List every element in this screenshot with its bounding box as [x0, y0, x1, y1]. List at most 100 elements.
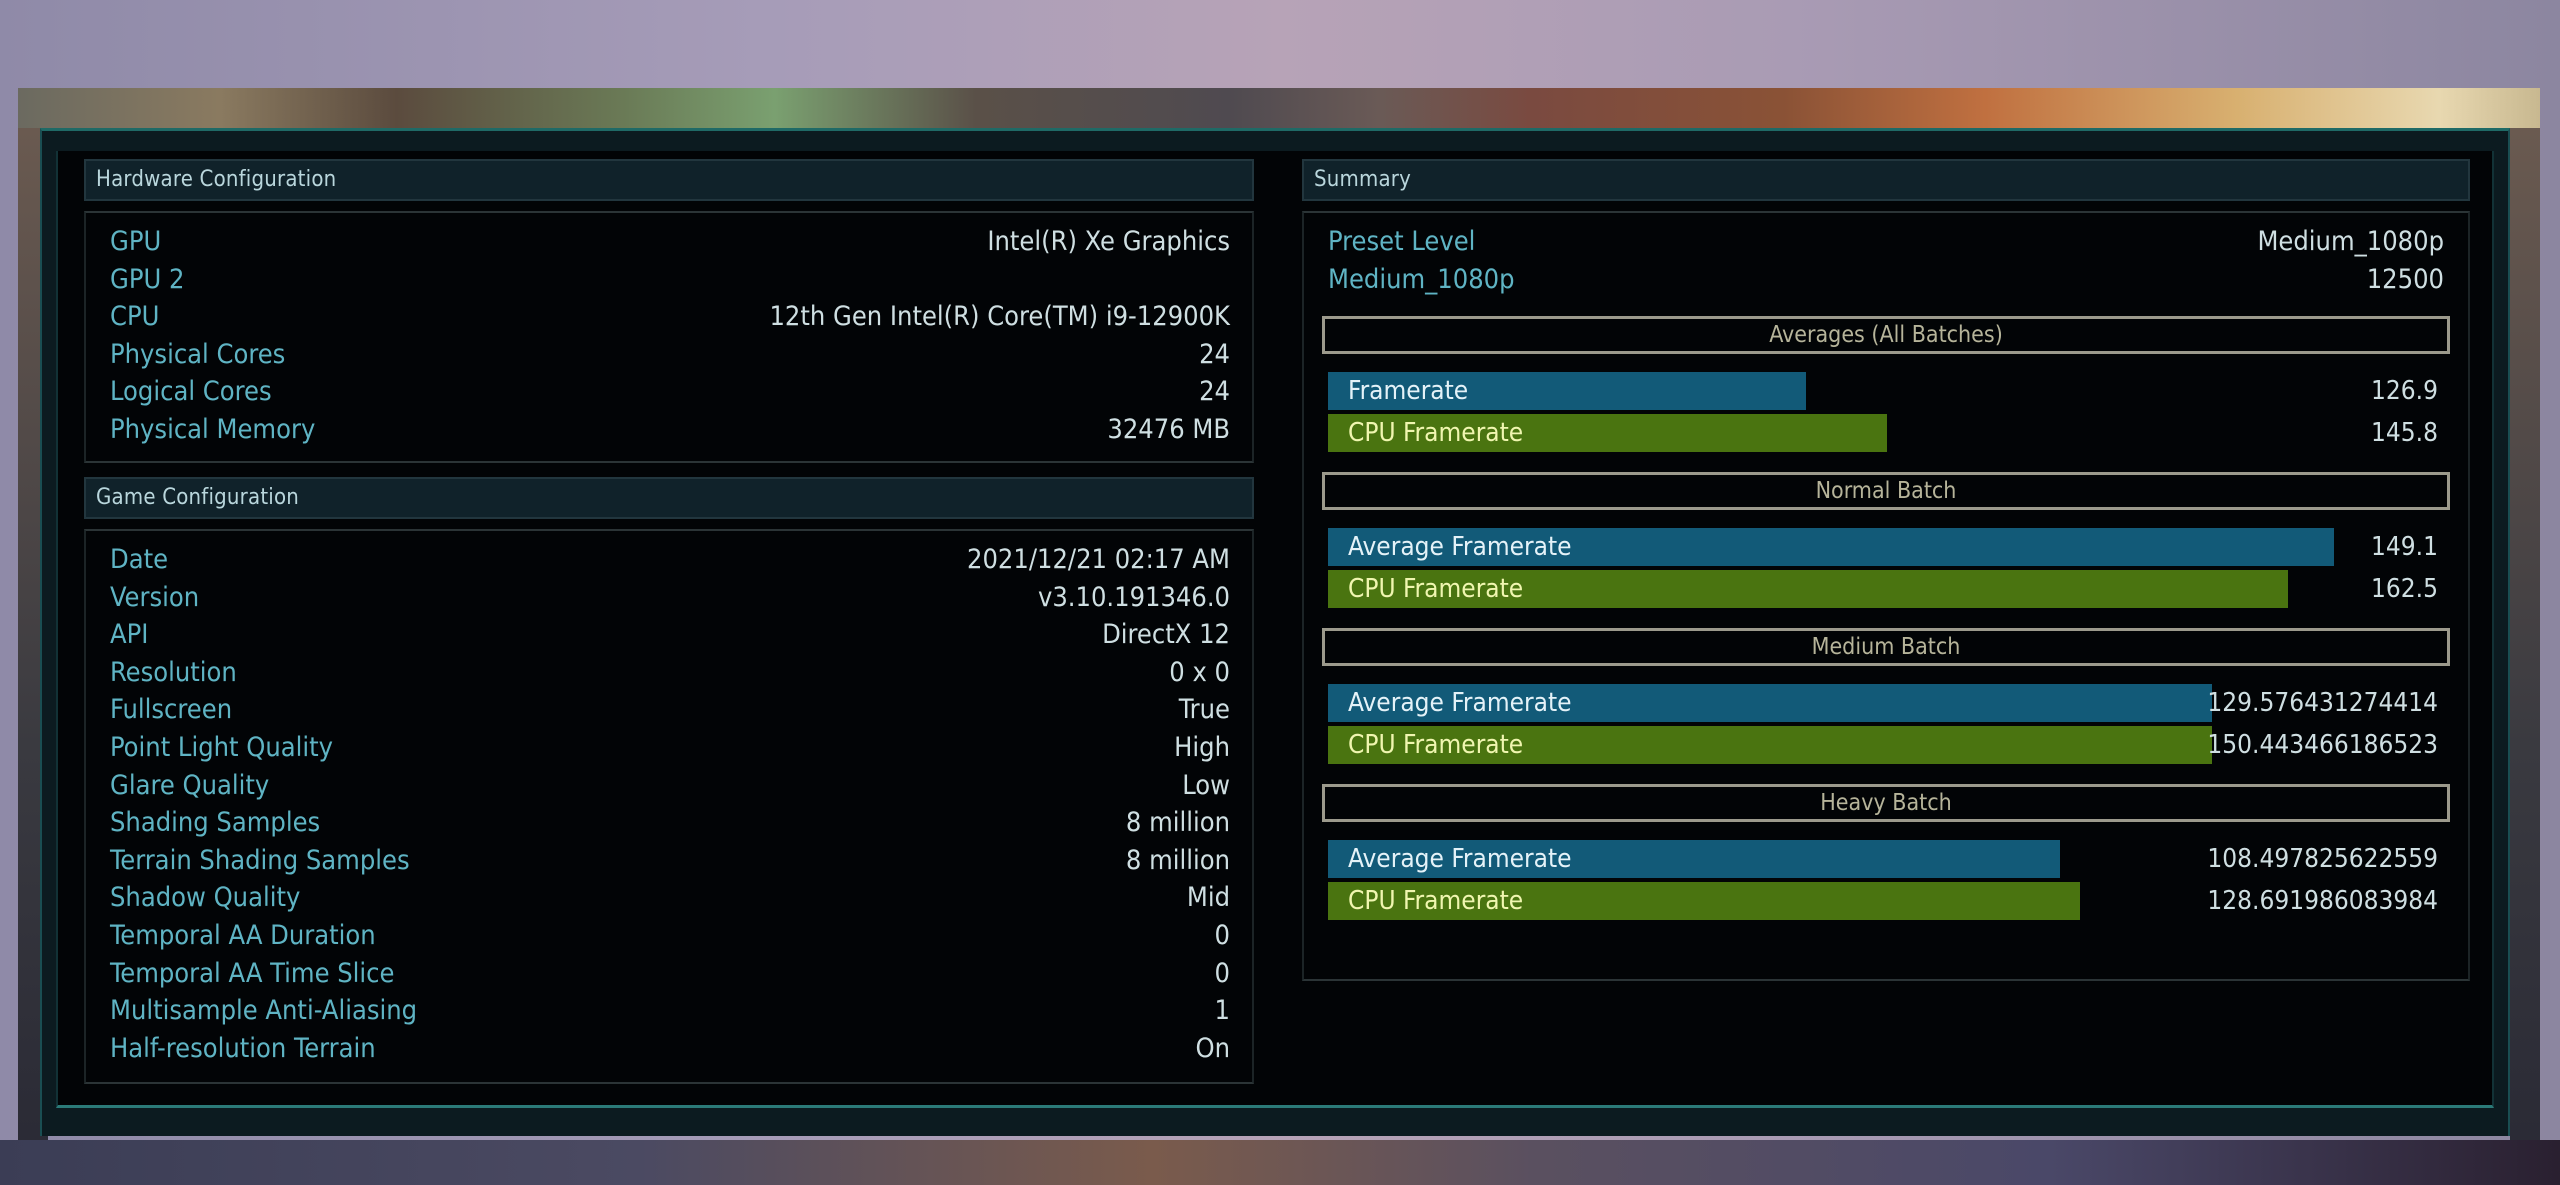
cpu-framerate-bar-row: CPU Framerate 162.5: [1322, 570, 2450, 610]
bar-track: Average Framerate: [1328, 840, 2344, 878]
game-setting-row: Temporal AA Duration 0: [110, 917, 1230, 955]
bar-track: CPU Framerate: [1328, 414, 2344, 452]
setting-label: Terrain Shading Samples: [110, 844, 410, 876]
setting-value: Low: [1182, 769, 1230, 801]
hardware-row: Logical Cores 24: [110, 373, 1230, 411]
bar-value: 145.8: [2371, 418, 2438, 448]
setting-value: 24: [1199, 338, 1230, 370]
summary-row: Medium_1080p 12500: [1328, 261, 2444, 299]
batch-title: Medium Batch: [1322, 628, 2450, 666]
game-setting-row: Point Light Quality High: [110, 729, 1230, 767]
cpu-framerate-bar-row: CPU Framerate 145.8: [1322, 414, 2450, 454]
bar-label: Average Framerate: [1348, 688, 1572, 718]
bar-value: 128.691986083984: [2207, 886, 2438, 916]
game-setting-row: Temporal AA Time Slice 0: [110, 955, 1230, 993]
game-setting-row: Resolution 0 x 0: [110, 654, 1230, 692]
setting-label: CPU: [110, 301, 160, 332]
setting-label: Medium_1080p: [1328, 263, 1515, 295]
setting-value: Mid: [1186, 882, 1230, 914]
setting-label: Version: [110, 581, 200, 613]
setting-label: GPU 2: [110, 263, 185, 295]
bar-value: 126.9: [2371, 376, 2438, 406]
summary-row: Preset Level Medium_1080p: [1328, 223, 2444, 261]
setting-value: 8 million: [1125, 844, 1230, 876]
summary-column: Summary Preset Level Medium_1080p Medium_1…: [1302, 159, 2470, 981]
setting-value: True: [1178, 694, 1230, 726]
setting-value: 12th Gen Intel(R) Core(TM) i9-12900K: [769, 301, 1230, 332]
setting-value: 0: [1214, 919, 1230, 951]
bar-value: 129.576431274414: [2207, 688, 2438, 718]
cpu-framerate-bar-row: CPU Framerate 128.691986083984: [1322, 882, 2450, 922]
setting-value: 24: [1199, 376, 1230, 407]
game-setting-row: Half-resolution Terrain On: [110, 1030, 1230, 1068]
game-artwork-right-edge: [2510, 128, 2540, 1158]
hardware-row: GPU 2: [110, 261, 1230, 299]
cpu-framerate-bar-row: CPU Framerate 150.443466186523: [1322, 726, 2450, 766]
batch-bars: Average Framerate 129.576431274414 CPU Fra…: [1322, 684, 2450, 766]
bar-value: 150.443466186523: [2207, 730, 2438, 760]
bar-label: CPU Framerate: [1348, 418, 1524, 448]
batch-bars: Average Framerate 108.497825622559 CPU Fra…: [1322, 840, 2450, 922]
setting-label: Fullscreen: [110, 694, 233, 726]
setting-label: Resolution: [110, 656, 237, 688]
setting-value: On: [1195, 1032, 1230, 1064]
setting-label: Temporal AA Duration: [110, 919, 376, 951]
bar-label: CPU Framerate: [1348, 574, 1524, 604]
game-setting-row: Multisample Anti-Aliasing 1: [110, 992, 1230, 1030]
game-setting-row: Version v3.10.191346.0: [110, 579, 1230, 617]
summary-content: Preset Level Medium_1080p Medium_1080p 1250…: [1302, 211, 2470, 981]
batch-results: Averages (All Batches) Framerate 126.9 CPU …: [1322, 316, 2450, 922]
framerate-bar-row: Average Framerate 149.1: [1322, 528, 2450, 568]
setting-label: Physical Cores: [110, 338, 286, 370]
hardware-row: GPU Intel(R) Xe Graphics: [110, 223, 1230, 261]
hardware-row: Physical Memory 32476 MB: [110, 411, 1230, 449]
game-setting-row: Shadow Quality Mid: [110, 879, 1230, 917]
setting-label: Logical Cores: [110, 376, 272, 407]
setting-label: Shadow Quality: [110, 882, 301, 914]
setting-value: DirectX 12: [1102, 619, 1230, 651]
configuration-column: Hardware Configuration GPU Intel(R) Xe Gr…: [84, 159, 1254, 1084]
bar-track: Average Framerate: [1328, 684, 2344, 722]
batch-bars: Framerate 126.9 CPU Framerate 145.8: [1322, 372, 2450, 454]
setting-value: 32476 MB: [1107, 413, 1230, 445]
bar-value: 108.497825622559: [2207, 844, 2438, 874]
bar-label: CPU Framerate: [1348, 730, 1524, 760]
bar-track: CPU Framerate: [1328, 570, 2344, 608]
batch-title: Normal Batch: [1322, 472, 2450, 510]
setting-label: Date: [110, 544, 169, 575]
summary-header: Summary: [1302, 159, 2470, 201]
batch-bars: Average Framerate 149.1 CPU Framerate 162.5: [1322, 528, 2450, 610]
setting-label: GPU: [110, 226, 162, 257]
batch-title: Averages (All Batches): [1322, 316, 2450, 354]
setting-label: Shading Samples: [110, 807, 321, 839]
hardware-configuration-list: GPU Intel(R) Xe Graphics GPU 2 CPU 12th Gen …: [84, 211, 1254, 463]
setting-label: Half-resolution Terrain: [110, 1032, 376, 1064]
bar-label: Framerate: [1348, 376, 1469, 406]
game-setting-row: Terrain Shading Samples 8 million: [110, 842, 1230, 880]
summary-preset-list: Preset Level Medium_1080p Medium_1080p 1250…: [1322, 223, 2450, 298]
game-setting-row: Glare Quality Low: [110, 767, 1230, 805]
batch-title: Heavy Batch: [1322, 784, 2450, 822]
hardware-configuration-header: Hardware Configuration: [84, 159, 1254, 201]
setting-label: Point Light Quality: [110, 731, 334, 763]
bar-track: CPU Framerate: [1328, 726, 2344, 764]
game-setting-row: Shading Samples 8 million: [110, 804, 1230, 842]
hardware-row: CPU 12th Gen Intel(R) Core(TM) i9-12900K: [110, 298, 1230, 336]
game-setting-row: Date 2021/12/21 02:17 AM: [110, 541, 1230, 579]
setting-label: Physical Memory: [110, 413, 316, 445]
hardware-row: Physical Cores 24: [110, 336, 1230, 374]
setting-value: 0: [1214, 957, 1230, 989]
bar-label: CPU Framerate: [1348, 886, 1524, 916]
bar-track: Framerate: [1328, 372, 2344, 410]
setting-label: Glare Quality: [110, 769, 270, 801]
setting-label: API: [110, 619, 149, 651]
game-configuration-header: Game Configuration: [84, 477, 1254, 519]
setting-value: High: [1174, 731, 1230, 763]
benchmark-results-panel: Hardware Configuration GPU Intel(R) Xe Gr…: [56, 151, 2494, 1108]
setting-value: 0 x 0: [1169, 656, 1230, 688]
setting-value: v3.10.191346.0: [1037, 581, 1230, 613]
setting-value: Intel(R) Xe Graphics: [987, 226, 1230, 257]
framerate-bar-row: Average Framerate 108.497825622559: [1322, 840, 2450, 880]
setting-value: Medium_1080p: [2257, 226, 2444, 257]
bar-label: Average Framerate: [1348, 844, 1572, 874]
